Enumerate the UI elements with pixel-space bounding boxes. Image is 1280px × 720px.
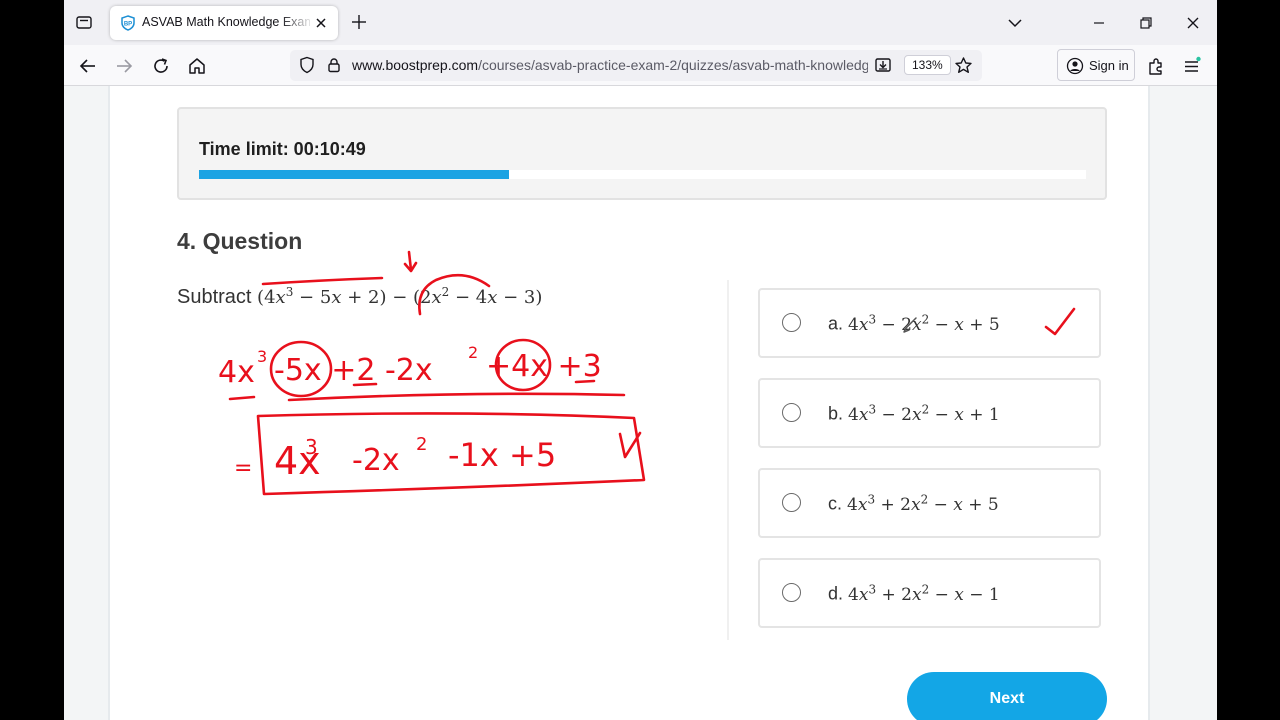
option-d-math: 4x3 + 2x2 − x − 1 [848, 582, 1000, 605]
sign-in-label: Sign in [1089, 58, 1129, 73]
url-text[interactable]: www.boostprep.com/courses/asvab-practice… [352, 57, 868, 73]
back-arrow-icon[interactable] [77, 55, 99, 77]
close-window-icon[interactable] [1182, 12, 1204, 34]
option-a-label: a. 4x3 − 2x2 − x + 5 [828, 312, 1000, 335]
option-a-math: 4x3 − 2x2 − x + 5 [848, 312, 1000, 335]
navigation-toolbar: www.boostprep.com/courses/asvab-practice… [64, 45, 1217, 86]
tracking-protection-shield-icon[interactable] [298, 56, 316, 74]
tab-title-fade [280, 10, 314, 36]
timer-box: Time limit: 00:10:49 [177, 107, 1107, 200]
question-title: 4. Question [177, 228, 303, 254]
forward-arrow-icon[interactable] [113, 55, 135, 77]
option-b-letter: b. [828, 403, 844, 424]
tab-list-icon[interactable] [74, 12, 94, 32]
time-limit-text: Time limit: 00:10:49 [199, 139, 366, 159]
minimize-icon[interactable] [1088, 12, 1110, 34]
question-text: Subtract (4x3 − 5x + 2) − (2x2 − 4x − 3) [177, 285, 542, 309]
hamburger-menu-icon[interactable] [1181, 55, 1203, 77]
boostprep-favicon-icon: BP [121, 15, 135, 31]
radio-d[interactable] [782, 583, 801, 602]
column-divider [727, 280, 729, 640]
page-content: Time limit: 00:10:49 4. Question Subtrac… [64, 86, 1217, 720]
lock-icon[interactable] [326, 57, 342, 73]
reload-icon[interactable] [150, 55, 172, 77]
next-button[interactable]: Next [907, 672, 1107, 720]
option-a-letter: a. [828, 313, 844, 334]
progress-track [199, 170, 1086, 179]
home-icon[interactable] [186, 55, 208, 77]
progress-fill [199, 170, 510, 179]
quiz-card: Time limit: 00:10:49 4. Question Subtrac… [108, 86, 1150, 720]
bookmark-star-icon[interactable] [954, 56, 973, 75]
account-icon [1066, 57, 1084, 75]
answer-option-a[interactable]: a. 4x3 − 2x2 − x + 5 [758, 288, 1101, 358]
download-icon[interactable] [874, 56, 892, 74]
tab-active[interactable]: BP ASVAB Math Knowledge Exam 2 [110, 6, 338, 40]
url-host: www.boostprep.com [352, 57, 479, 73]
svg-text:BP: BP [124, 22, 132, 28]
answer-option-d[interactable]: d. 4x3 + 2x2 − x − 1 [758, 558, 1101, 628]
option-b-math: 4x3 − 2x2 − x + 1 [848, 402, 1000, 425]
sign-in-button[interactable]: Sign in [1057, 49, 1135, 81]
answer-option-b[interactable]: b. 4x3 − 2x2 − x + 1 [758, 378, 1101, 448]
option-c-label: c. 4x3 + 2x2 − x + 5 [828, 492, 999, 515]
url-path: /courses/asvab-practice-exam-2/quizzes/a… [478, 57, 868, 73]
restore-icon[interactable] [1135, 12, 1157, 34]
url-bar[interactable]: www.boostprep.com/courses/asvab-practice… [290, 50, 982, 81]
extensions-puzzle-icon[interactable] [1145, 55, 1167, 77]
zoom-level-badge[interactable]: 133% [904, 55, 951, 75]
radio-b[interactable] [782, 403, 801, 422]
tab-strip: BP ASVAB Math Knowledge Exam 2 [64, 0, 1217, 45]
option-c-letter: c. [828, 493, 843, 514]
browser-window: BP ASVAB Math Knowledge Exam 2 www.boost… [64, 0, 1217, 720]
new-tab-icon[interactable] [350, 13, 368, 31]
option-c-math: 4x3 + 2x2 − x + 5 [847, 492, 999, 515]
radio-a[interactable] [782, 313, 801, 332]
question-expression: (4x3 − 5x + 2) − (2x2 − 4x − 3) [257, 285, 543, 308]
radio-c[interactable] [782, 493, 801, 512]
answer-option-c[interactable]: c. 4x3 + 2x2 − x + 5 [758, 468, 1101, 538]
question-prefix: Subtract [177, 286, 252, 308]
close-tab-icon[interactable] [312, 14, 330, 32]
option-b-label: b. 4x3 − 2x2 − x + 1 [828, 402, 1000, 425]
option-d-letter: d. [828, 583, 844, 604]
option-d-label: d. 4x3 + 2x2 − x − 1 [828, 582, 1000, 605]
list-all-tabs-chevron-down-icon[interactable] [1006, 14, 1024, 32]
